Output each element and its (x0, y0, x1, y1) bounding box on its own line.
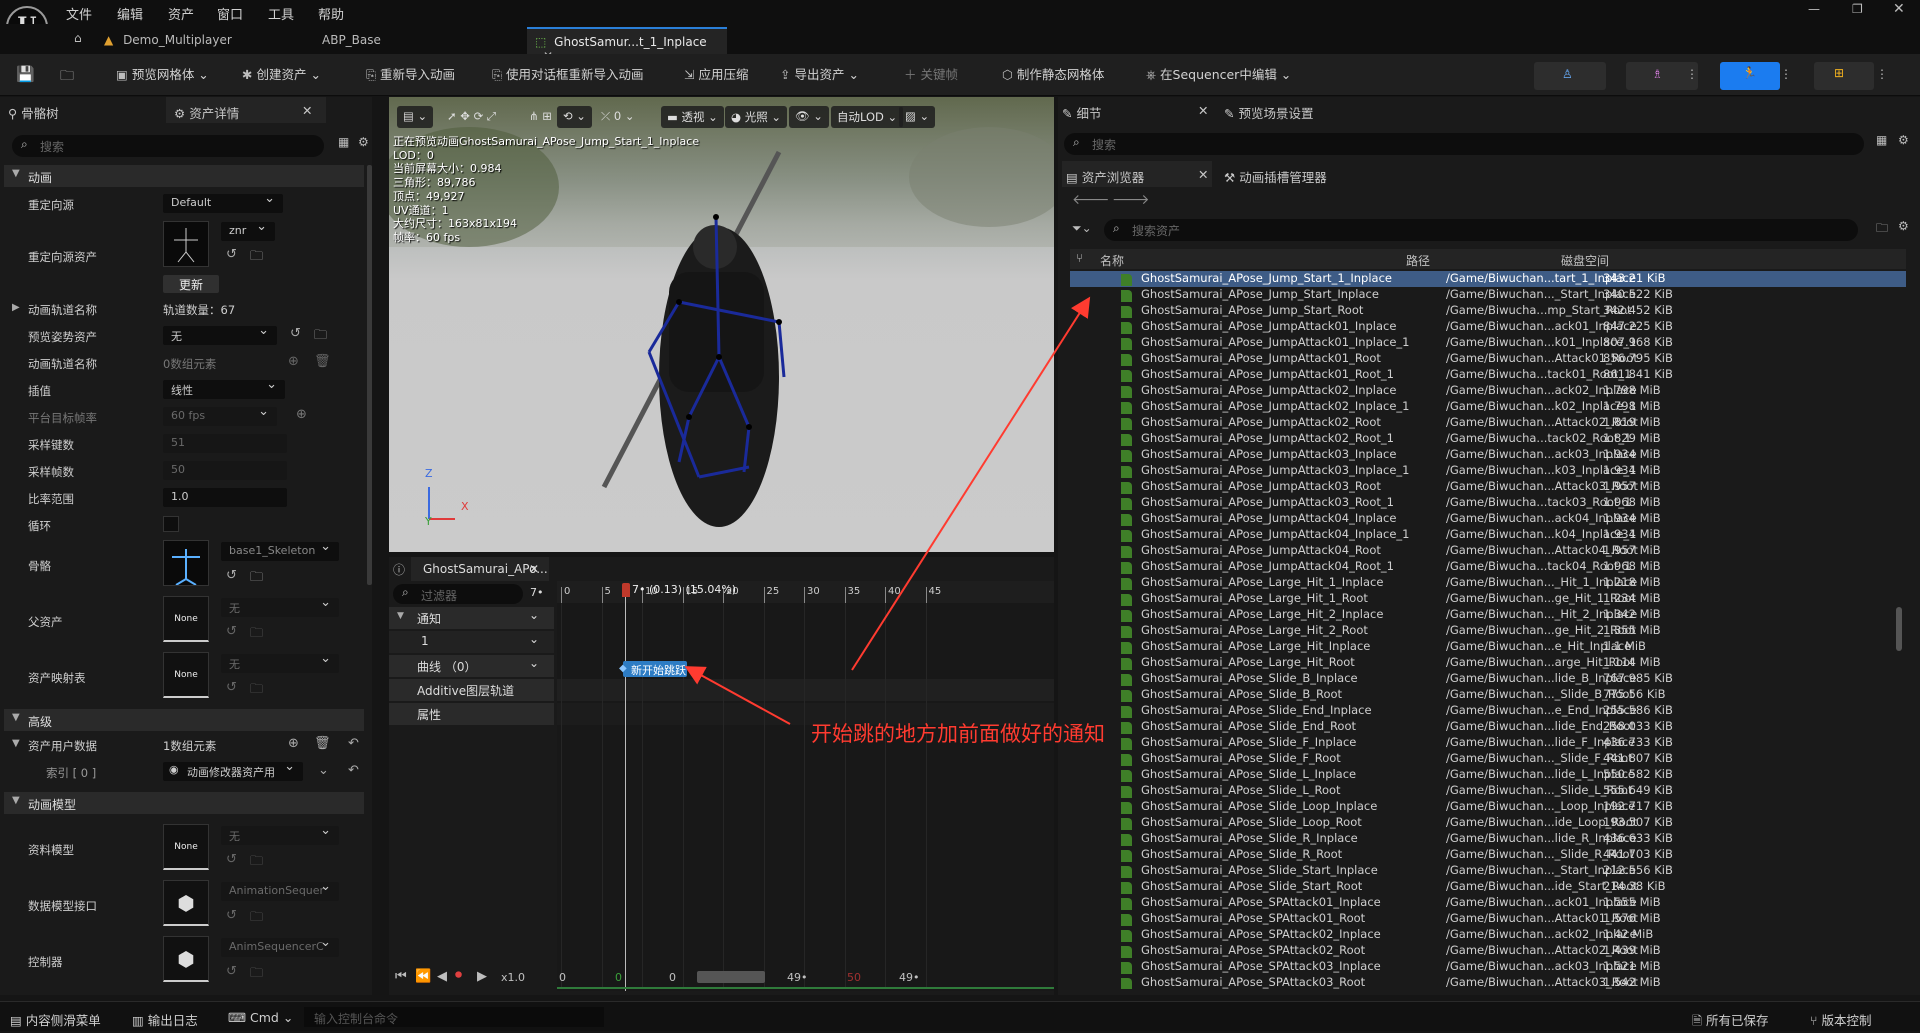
source-control-icon: ⑂ (1810, 1013, 1818, 1028)
button-label: 输出日志 (147, 1013, 198, 1028)
button-label: 所有已保存 (1706, 1013, 1769, 1028)
placeholder: 输入控制台命令 (314, 1012, 399, 1026)
annotation-text: 开始跳的地方加前面做好的通知 (811, 722, 1105, 746)
drawer-icon: ▤ (10, 1013, 22, 1028)
output-log-button[interactable]: ▥ 输出日志 (132, 1010, 198, 1029)
button-label: 内容侧滑菜单 (25, 1013, 101, 1028)
button-label: Cmd (250, 1010, 279, 1025)
annotation-arrows-icon (684, 296, 1091, 725)
status-bar: ▤ 内容侧滑菜单 ▥ 输出日志 ⌨ Cmd ⌄ 输入控制台命令 🗎 所有已保存 … (0, 1001, 1920, 1031)
save-all-icon: 🗎 (1692, 1013, 1703, 1028)
terminal-icon: ⌨ (228, 1010, 247, 1025)
all-saved-button[interactable]: 🗎 所有已保存 (1692, 1010, 1769, 1033)
cmd-button[interactable]: ⌨ Cmd ⌄ (228, 1010, 293, 1025)
button-label: 版本控制 (1821, 1013, 1872, 1028)
console-input[interactable]: 输入控制台命令 (304, 1007, 604, 1027)
log-icon: ▥ (132, 1013, 144, 1028)
content-drawer-button[interactable]: ▤ 内容侧滑菜单 (10, 1010, 101, 1029)
source-control-button[interactable]: ⑂ 版本控制 (1810, 1010, 1872, 1029)
